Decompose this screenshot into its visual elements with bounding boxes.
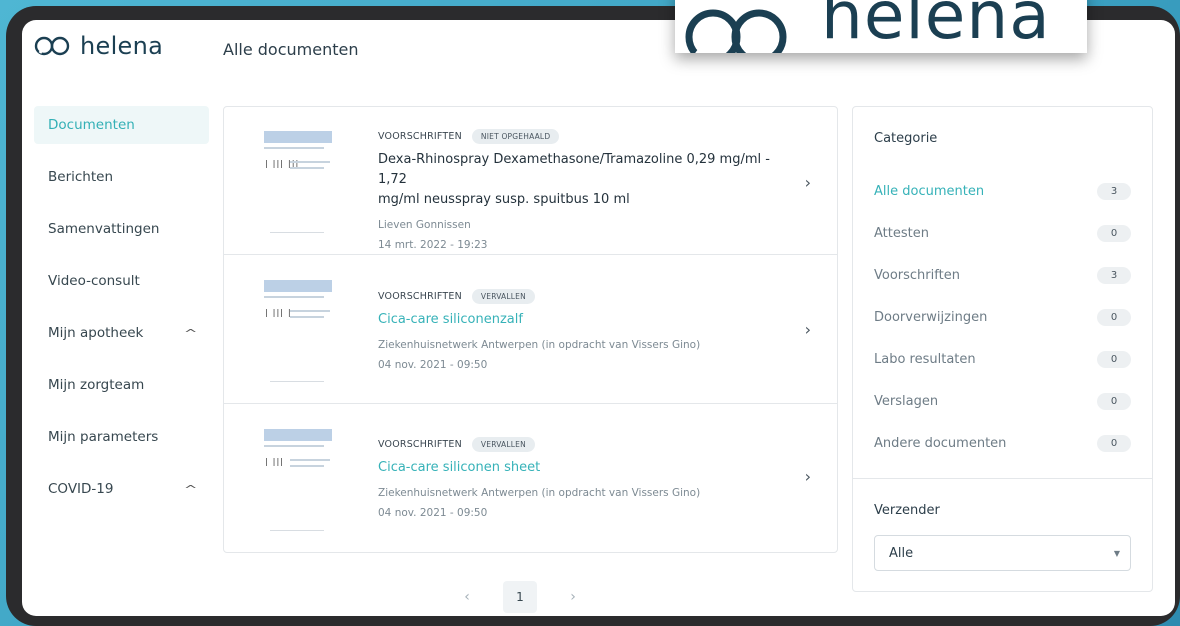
document-date: 04 nov. 2021 - 09:50 — [378, 359, 488, 371]
sender-heading: Verzender — [874, 503, 940, 518]
document-thumbnail: | ||| — [262, 427, 334, 533]
document-issuer: Ziekenhuisnetwerk Antwerpen (in opdracht… — [378, 487, 701, 499]
document-title: Dexa-Rhinospray Dexamethasone/Tramazolin… — [378, 150, 798, 210]
logo-text: helena — [80, 32, 164, 60]
watermark-logo: helena — [675, 0, 1087, 53]
sidebar-item-label: Berichten — [48, 169, 114, 185]
sidebar-item-label: Mijn parameters — [48, 429, 159, 445]
category-label: Voorschriften — [874, 268, 960, 283]
status-badge: VERVALLEN — [471, 289, 535, 304]
category-label: Doorverwijzingen — [874, 310, 988, 325]
chevron-right-icon[interactable]: › — [563, 589, 583, 605]
divider — [853, 478, 1152, 479]
device-frame: helena Alle documenten Documenten Berich… — [6, 6, 1180, 626]
document-issuer: Ziekenhuisnetwerk Antwerpen (in opdracht… — [378, 339, 701, 351]
category-heading: Categorie — [874, 131, 938, 146]
app-logo[interactable]: helena — [34, 32, 163, 60]
sidebar-item-mijn-zorgteam[interactable]: Mijn zorgteam — [34, 366, 209, 404]
category-label: Alle documenten — [874, 184, 985, 199]
status-badge: VERVALLEN — [471, 437, 535, 452]
chevron-up-icon[interactable]: ^ — [183, 483, 197, 496]
category-label: Andere documenten — [874, 436, 1007, 451]
category-item-verslagen[interactable]: Verslagen 0 — [874, 393, 1131, 410]
chevron-right-icon[interactable]: › — [805, 320, 811, 339]
chevron-right-icon[interactable]: › — [805, 467, 811, 486]
category-item-labo-resultaten[interactable]: Labo resultaten 0 — [874, 351, 1131, 368]
sidebar-item-label: Mijn apotheek — [48, 325, 144, 341]
sidebar-item-video-consult[interactable]: Video-consult — [34, 262, 209, 300]
document-date: 04 nov. 2021 - 09:50 — [378, 507, 488, 519]
document-row[interactable]: | ||| VOORSCHRIFTEN VERVALLEN Cica-care … — [224, 405, 837, 553]
document-info: VOORSCHRIFTEN VERVALLEN Cica-care silico… — [378, 437, 798, 519]
document-row[interactable]: | ||| ||| VOORSCHRIFTEN NIET OPGEHAALD D… — [224, 107, 837, 255]
document-title[interactable]: Cica-care siliconen sheet — [378, 458, 798, 478]
sender-select[interactable]: Alle ▼ — [874, 535, 1131, 571]
filter-panel: Categorie Alle documenten 3 Attesten 0 V… — [852, 106, 1153, 592]
count-badge: 0 — [1097, 351, 1131, 368]
page-title: Alle documenten — [223, 40, 359, 59]
category-label: Attesten — [874, 226, 929, 241]
document-info: VOORSCHRIFTEN VERVALLEN Cica-care silico… — [378, 289, 798, 371]
app-screen: helena Alle documenten Documenten Berich… — [22, 20, 1175, 616]
caret-down-icon: ▼ — [1113, 548, 1120, 558]
pagination: ‹ 1 › — [457, 581, 583, 613]
status-badge: NIET OPGEHAALD — [471, 129, 560, 144]
document-title-line: mg/ml neusspray susp. spuitbus 10 ml — [378, 192, 630, 207]
category-item-alle-documenten[interactable]: Alle documenten 3 — [874, 183, 1131, 200]
document-list: | ||| ||| VOORSCHRIFTEN NIET OPGEHAALD D… — [223, 106, 838, 553]
document-title-line: Dexa-Rhinospray Dexamethasone/Tramazolin… — [378, 152, 770, 187]
chevron-left-icon[interactable]: ‹ — [457, 589, 477, 605]
count-badge: 0 — [1097, 225, 1131, 242]
sidebar-item-label: Samenvattingen — [48, 221, 160, 237]
document-row[interactable]: | ||| | VOORSCHRIFTEN VERVALLEN Cica-car… — [224, 256, 837, 404]
sidebar-item-label: COVID-19 — [48, 481, 114, 497]
sidebar-item-label: Documenten — [48, 117, 135, 133]
document-info: VOORSCHRIFTEN NIET OPGEHAALD Dexa-Rhinos… — [378, 129, 798, 251]
category-item-doorverwijzingen[interactable]: Doorverwijzingen 0 — [874, 309, 1131, 326]
sidebar-item-berichten[interactable]: Berichten — [34, 158, 209, 196]
document-issuer: Lieven Gonnissen — [378, 219, 471, 231]
watermark-text: helena — [821, 0, 1051, 53]
count-badge: 3 — [1097, 183, 1131, 200]
chevron-right-icon[interactable]: › — [805, 173, 811, 192]
sidebar-item-label: Mijn zorgteam — [48, 377, 145, 393]
category-label: Labo resultaten — [874, 352, 976, 367]
sidebar-item-documenten[interactable]: Documenten — [34, 106, 209, 144]
helena-logo-icon — [685, 9, 787, 53]
chevron-up-icon[interactable]: ^ — [183, 327, 197, 340]
document-category: VOORSCHRIFTEN — [378, 439, 462, 450]
document-thumbnail: | ||| | — [262, 278, 334, 384]
category-item-attesten[interactable]: Attesten 0 — [874, 225, 1131, 242]
sidebar-item-covid-19[interactable]: COVID-19 ^ — [34, 470, 209, 508]
document-title[interactable]: Cica-care siliconenzalf — [378, 310, 798, 330]
category-label: Verslagen — [874, 394, 939, 409]
sidebar-nav: Documenten Berichten Samenvattingen Vide… — [34, 106, 209, 522]
count-badge: 3 — [1097, 267, 1131, 284]
count-badge: 0 — [1097, 435, 1131, 452]
document-category: VOORSCHRIFTEN — [378, 131, 462, 142]
count-badge: 0 — [1097, 393, 1131, 410]
count-badge: 0 — [1097, 309, 1131, 326]
sidebar-item-mijn-parameters[interactable]: Mijn parameters — [34, 418, 209, 456]
page-number-button[interactable]: 1 — [503, 581, 537, 613]
sidebar-item-samenvattingen[interactable]: Samenvattingen — [34, 210, 209, 248]
document-thumbnail: | ||| ||| — [262, 129, 334, 235]
sender-select-value: Alle — [889, 545, 914, 561]
sidebar-item-label: Video-consult — [48, 273, 140, 289]
document-category: VOORSCHRIFTEN — [378, 291, 462, 302]
document-date: 14 mrt. 2022 - 19:23 — [378, 239, 488, 251]
sidebar-item-mijn-apotheek[interactable]: Mijn apotheek ^ — [34, 314, 209, 352]
helena-logo-icon — [34, 36, 70, 56]
category-item-voorschriften[interactable]: Voorschriften 3 — [874, 267, 1131, 284]
category-item-andere-documenten[interactable]: Andere documenten 0 — [874, 435, 1131, 452]
